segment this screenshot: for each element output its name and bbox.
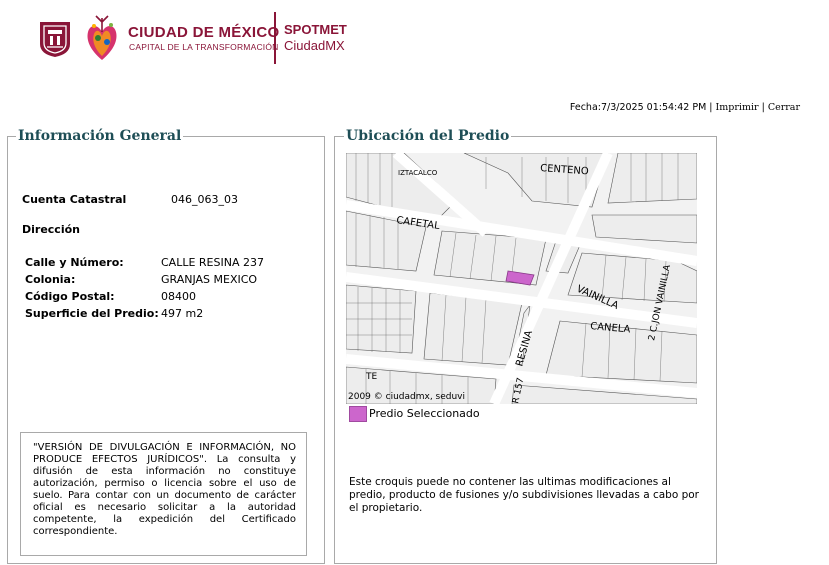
disclaimer-text: "VERSIÓN DE DIVULGACIÓN E INFORMACIÓN, N… [33, 442, 296, 537]
map-label-te: TE [365, 372, 377, 382]
cuenta-value: 046_063_03 [171, 193, 238, 206]
header-divider [274, 12, 276, 64]
selected-parcel-swatch [349, 406, 367, 422]
map-copyright: 2009 © ciudadmx, seduvi [348, 392, 465, 402]
calle-value: CALLE RESINA 237 [161, 256, 264, 269]
brand-title: CIUDAD DE MÉXICO [128, 24, 280, 41]
location-legend: Ubicación del Predio [344, 128, 512, 144]
print-link[interactable]: Imprimir [716, 102, 759, 113]
disclaimer-box: "VERSIÓN DE DIVULGACIÓN E INFORMACIÓN, N… [20, 432, 307, 556]
selected-parcel-label: Predio Seleccionado [369, 407, 480, 420]
fecha-text: Fecha:7/3/2025 01:54:42 PM [569, 102, 707, 113]
cdmx-shield-icon [40, 22, 70, 57]
app-name-sub: CiudadMX [284, 38, 345, 53]
direccion-label: Dirección [22, 223, 80, 236]
info-panel: Información General Cuenta Catastral 046… [7, 128, 325, 564]
brand-subtitle: CAPITAL DE LA TRANSFORMACIÓN [129, 42, 279, 52]
app-name: SPOTMET [284, 22, 347, 37]
superficie-value: 497 m2 [161, 307, 204, 320]
map-drawing: CENTENO IZTACALCO CAFETAL VAINILLA 2 C.J… [346, 153, 697, 404]
colonia-label: Colonia: [25, 273, 76, 286]
meta-bar: Fecha:7/3/2025 01:54:42 PM | Imprimir | … [570, 102, 800, 113]
cp-label: Código Postal: [25, 290, 115, 303]
close-link[interactable]: Cerrar [768, 102, 800, 113]
map-note: Este croquis puede no contener las ultim… [349, 476, 700, 514]
location-map[interactable]: CENTENO IZTACALCO CAFETAL VAINILLA 2 C.J… [346, 153, 697, 404]
info-legend: Información General [16, 128, 184, 144]
cuenta-label: Cuenta Catastral [22, 193, 127, 206]
location-panel: Ubicación del Predio CENTENO IZTACALCO C… [334, 128, 717, 564]
map-label-iztacalco: IZTACALCO [398, 169, 438, 177]
separator: | [761, 102, 765, 113]
heart-logo-icon [87, 15, 117, 60]
header: CIUDAD DE MÉXICO CAPITAL DE LA TRANSFORM… [38, 12, 438, 68]
separator: | [709, 102, 713, 113]
superficie-label: Superficie del Predio: [25, 307, 159, 320]
colonia-value: GRANJAS MEXICO [161, 273, 258, 286]
calle-label: Calle y Número: [25, 256, 124, 269]
cp-value: 08400 [161, 290, 196, 303]
